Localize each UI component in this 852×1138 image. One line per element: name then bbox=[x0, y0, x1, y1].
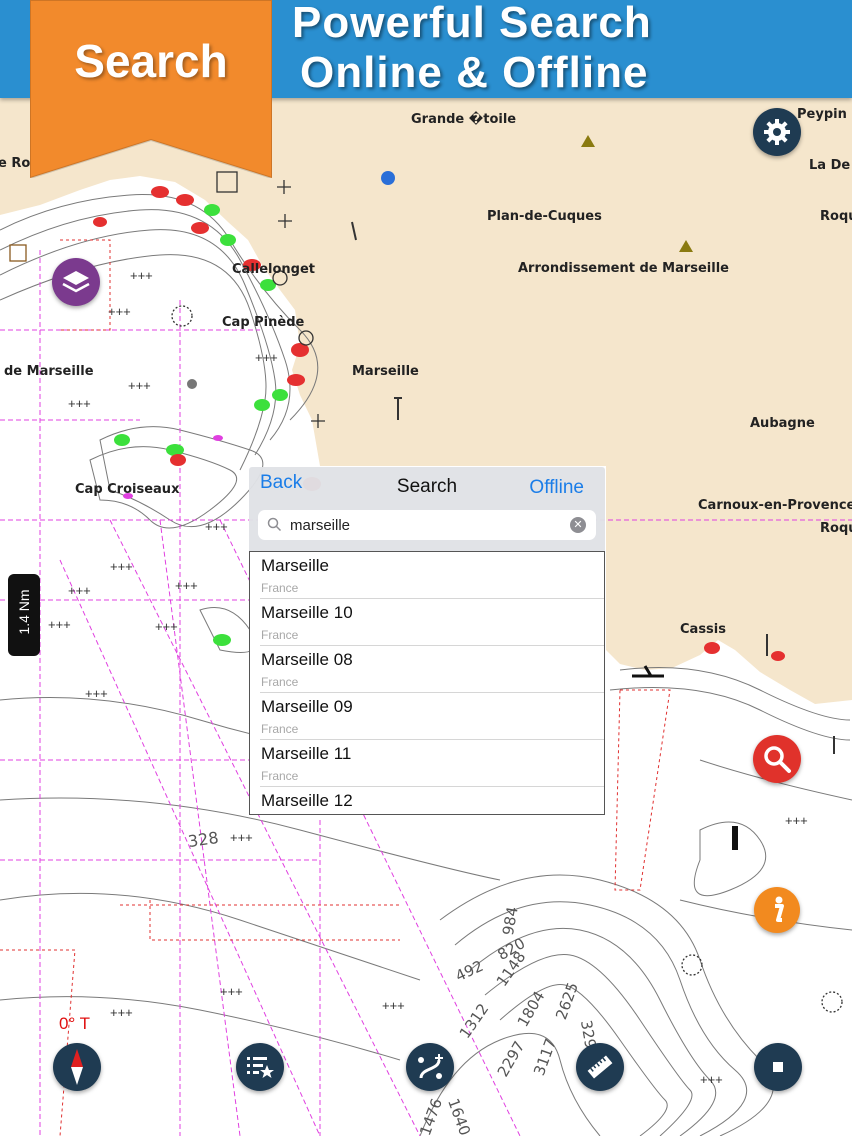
svg-text:+++: +++ bbox=[255, 350, 278, 365]
search-result-item[interactable]: Marseille France bbox=[260, 552, 604, 599]
svg-text:+++: +++ bbox=[130, 268, 153, 283]
search-result-item[interactable]: Marseille 08 France bbox=[260, 646, 604, 693]
map-label: Arrondissement de Marseille bbox=[518, 261, 729, 276]
info-button[interactable] bbox=[754, 887, 800, 933]
map-label: Marseille bbox=[352, 364, 419, 379]
gear-icon bbox=[764, 119, 790, 145]
svg-text:+++: +++ bbox=[48, 617, 71, 632]
svg-text:+++: +++ bbox=[205, 519, 228, 534]
search-result-item[interactable]: Marseille 09 France bbox=[260, 693, 604, 740]
map-label: Roqu bbox=[820, 209, 852, 224]
result-country: France bbox=[261, 769, 299, 783]
result-name: Marseille 11 bbox=[261, 744, 352, 763]
svg-text:+++: +++ bbox=[110, 1005, 133, 1020]
map-label: de Marseille bbox=[4, 364, 94, 379]
route-button[interactable] bbox=[406, 1043, 454, 1091]
search-result-item[interactable]: Marseille 11 France bbox=[260, 740, 604, 787]
scale-label: 1.4 Nm bbox=[16, 589, 32, 635]
map-label: Aubagne bbox=[750, 416, 815, 431]
clear-icon[interactable]: ✕ bbox=[570, 517, 586, 533]
result-country: France bbox=[261, 628, 299, 642]
svg-text:+++: +++ bbox=[108, 304, 131, 319]
result-country: France bbox=[261, 722, 299, 736]
svg-text:+++: +++ bbox=[785, 813, 808, 828]
ruler-icon bbox=[587, 1055, 613, 1079]
search-ribbon bbox=[30, 0, 272, 178]
svg-text:+++: +++ bbox=[110, 559, 133, 574]
favorites-button[interactable] bbox=[236, 1043, 284, 1091]
search-header: Back Search Offline ✕ bbox=[249, 467, 605, 551]
ruler-button[interactable] bbox=[576, 1043, 624, 1091]
map-label: Cassis bbox=[680, 622, 726, 637]
scale-bar: 1.4 Nm bbox=[8, 574, 40, 656]
search-input[interactable] bbox=[290, 514, 560, 536]
banner-subheadline: Online & Offline bbox=[300, 48, 649, 97]
search-results-list[interactable]: Marseille France Marseille 10 France Mar… bbox=[249, 551, 605, 815]
compass-icon bbox=[71, 1049, 83, 1085]
map-label: Cap Pinède bbox=[222, 315, 305, 330]
svg-text:+++: +++ bbox=[128, 378, 151, 393]
map-label: Cap Croiseaux bbox=[75, 482, 180, 497]
svg-text:+++: +++ bbox=[68, 396, 91, 411]
offline-button[interactable]: Offline bbox=[529, 477, 584, 499]
map-label: Roqu bbox=[820, 521, 852, 536]
result-country: France bbox=[261, 581, 299, 595]
layers-button[interactable] bbox=[52, 258, 100, 306]
stop-icon bbox=[773, 1062, 783, 1072]
svg-text:+++: +++ bbox=[230, 830, 253, 845]
banner-headline: Powerful Search bbox=[292, 0, 652, 47]
favorites-list-icon bbox=[247, 1057, 274, 1078]
map-label: Carnoux-en-Provence bbox=[698, 498, 852, 513]
search-button[interactable] bbox=[753, 735, 801, 783]
heading-label: 0° T bbox=[59, 1014, 91, 1033]
search-field[interactable]: ✕ bbox=[258, 510, 596, 540]
result-name: Marseille 12 bbox=[261, 791, 353, 810]
svg-text:+++: +++ bbox=[382, 998, 405, 1013]
stop-button[interactable] bbox=[754, 1043, 802, 1091]
map-label: e Ro bbox=[0, 156, 31, 171]
result-name: Marseille 09 bbox=[261, 697, 353, 716]
svg-text:+++: +++ bbox=[220, 984, 243, 999]
map-label: Peypin bbox=[797, 107, 847, 122]
settings-button[interactable] bbox=[753, 108, 801, 156]
svg-text:+++: +++ bbox=[85, 686, 108, 701]
map-label: Plan-de-Cuques bbox=[487, 209, 602, 224]
svg-text:+++: +++ bbox=[155, 619, 178, 634]
layers-icon bbox=[62, 271, 90, 293]
compass-button[interactable] bbox=[53, 1043, 101, 1091]
search-result-item[interactable]: Marseille 12 bbox=[260, 787, 604, 814]
svg-text:+++: +++ bbox=[68, 583, 91, 598]
result-name: Marseille 08 bbox=[261, 650, 353, 669]
ribbon-label: Search bbox=[74, 35, 228, 87]
route-icon bbox=[418, 1054, 443, 1079]
result-name: Marseille 10 bbox=[261, 603, 353, 622]
map-label: Callelonget bbox=[232, 262, 316, 277]
search-icon bbox=[267, 517, 282, 532]
svg-text:+++: +++ bbox=[700, 1072, 723, 1087]
info-icon bbox=[775, 896, 784, 922]
map-label: La De bbox=[809, 158, 851, 173]
search-icon bbox=[764, 746, 791, 773]
map-label: Grande �toile bbox=[411, 112, 517, 127]
search-popover: Back Search Offline ✕ Marseille France M… bbox=[249, 467, 605, 815]
result-country: France bbox=[261, 675, 299, 689]
search-result-item[interactable]: Marseille 10 France bbox=[260, 599, 604, 646]
svg-text:+++: +++ bbox=[175, 578, 198, 593]
result-name: Marseille bbox=[261, 556, 330, 575]
